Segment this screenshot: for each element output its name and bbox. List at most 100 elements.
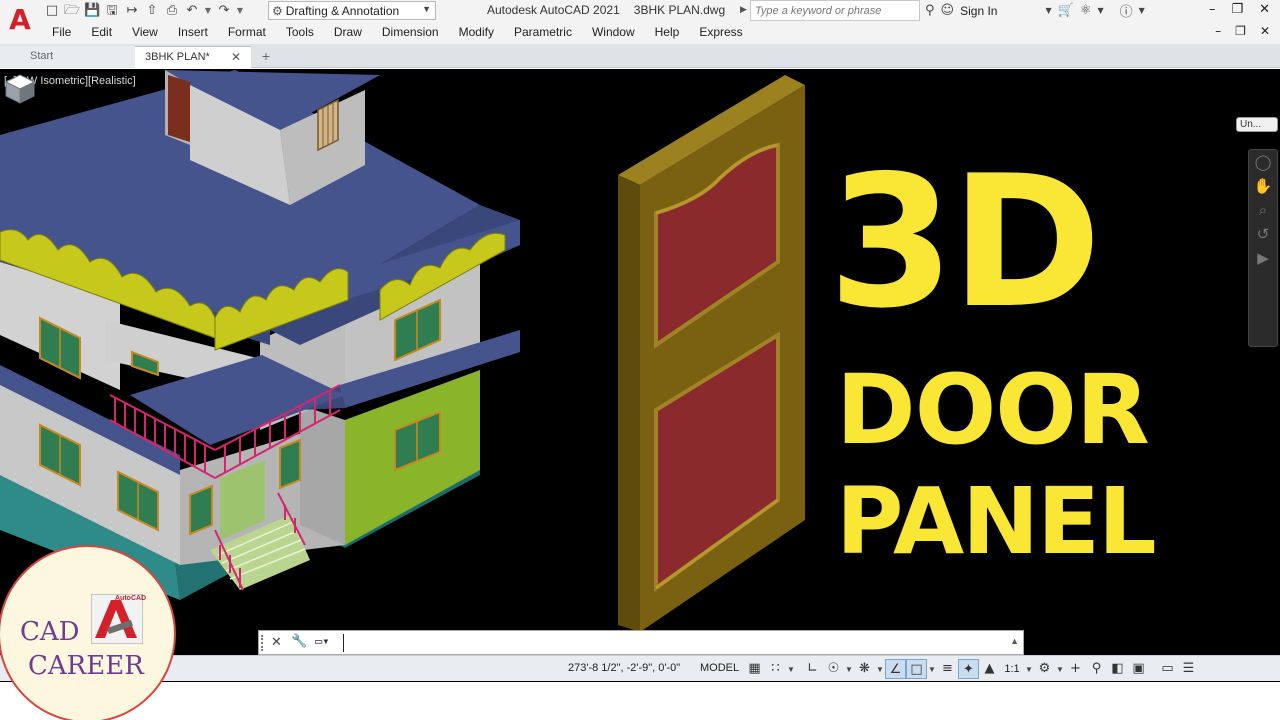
- object-snap-icon[interactable]: □: [906, 659, 927, 679]
- save-icon[interactable]: 💾: [84, 3, 100, 19]
- clean-screen-icon[interactable]: ▣: [1128, 659, 1149, 679]
- steering-wheel-icon[interactable]: ◯: [1249, 150, 1277, 174]
- close-icon[interactable]: ✕: [1259, 2, 1270, 17]
- showmotion-icon[interactable]: ▶: [1249, 246, 1277, 270]
- lineweight-icon[interactable]: ≡: [937, 659, 958, 679]
- menu-parametric[interactable]: Parametric: [514, 25, 582, 39]
- connect-dropdown-icon[interactable]: ▼: [1097, 6, 1103, 15]
- open-folder-icon[interactable]: 🗁: [64, 3, 80, 19]
- coordinates-readout[interactable]: 273'-8 1/2", -2'-9", 0'-0": [568, 662, 680, 674]
- new-tab-icon[interactable]: +: [258, 49, 274, 65]
- object-snap-tracking-icon[interactable]: ∠: [885, 659, 906, 679]
- open-from-web-icon[interactable]: ↦: [124, 3, 140, 19]
- cart-icon[interactable]: 🛒: [1058, 3, 1074, 18]
- status-bar: 273'-8 1/2", -2'-9", 0'-0" MODEL ▦ ∷ ▼ ∟…: [0, 655, 1280, 681]
- connect-icon[interactable]: ⚛: [1080, 3, 1092, 18]
- help-icon[interactable]: ⓘ: [1120, 1, 1133, 20]
- model-space-button[interactable]: MODEL: [700, 662, 739, 674]
- menu-window[interactable]: Window: [592, 25, 645, 39]
- share-icon[interactable]: ⇧: [144, 3, 160, 19]
- polar-icon[interactable]: ☉: [823, 659, 844, 679]
- title-bar: A □ 🗁 💾 🖫 ↦ ⇧ ⎙ ↶ ▼ ↷ ▼ ⚙ Drafting & Ann…: [0, 0, 1280, 44]
- save-as-icon[interactable]: 🖫: [104, 3, 120, 19]
- orbit-icon[interactable]: ↺: [1249, 222, 1277, 246]
- undo-dropdown-icon[interactable]: ▼: [204, 3, 212, 19]
- annotation-visibility-icon[interactable]: ✦: [958, 659, 979, 679]
- tab-start[interactable]: Start: [0, 46, 135, 68]
- annotation-scale-icon[interactable]: ▲: [979, 659, 1000, 679]
- door-model: [618, 75, 805, 632]
- restore-icon[interactable]: ❐: [1231, 2, 1243, 17]
- app-name: Autodesk AutoCAD 2021: [487, 3, 620, 17]
- logo-text-career: CAREER: [28, 651, 144, 681]
- command-line: ✕ 🔧 ▭▾ ▲: [258, 630, 1024, 655]
- annotation-scale-value[interactable]: 1:1: [1000, 663, 1024, 675]
- account-area: ⚲ ☺ Sign In ▼ 🛒 ⚛ ▼ ⓘ ▼: [925, 1, 1145, 20]
- search-input[interactable]: [750, 0, 920, 21]
- tab-label: 3BHK PLAN*: [145, 51, 210, 63]
- plot-icon[interactable]: ⎙: [164, 3, 180, 19]
- tab-close-icon[interactable]: ✕: [231, 50, 241, 64]
- isolate-objects-icon[interactable]: ⚲: [1086, 659, 1107, 679]
- menu-help[interactable]: Help: [655, 25, 690, 39]
- drawing-viewport[interactable]: [−][SW Isometric][Realistic] 3D DOOR PAN…: [0, 69, 1280, 682]
- menu-file[interactable]: File: [52, 25, 81, 39]
- command-grip-icon[interactable]: [261, 635, 267, 651]
- scale-dropdown-icon[interactable]: ▼: [1024, 665, 1034, 674]
- minimize-icon[interactable]: –: [1209, 2, 1216, 17]
- doc-minimize-icon[interactable]: –: [1215, 24, 1221, 38]
- cad-career-logo: AutoCAD CAD CAREER: [0, 545, 176, 720]
- snap-dropdown-icon[interactable]: ▼: [786, 665, 796, 674]
- user-icon[interactable]: ☺: [941, 3, 955, 18]
- hardware-acceleration-icon[interactable]: ◧: [1107, 659, 1128, 679]
- command-prompt-icon[interactable]: ▭▾: [315, 634, 329, 648]
- ucs-menu-button[interactable]: Un...: [1236, 117, 1278, 132]
- workspace-dropdown-icon[interactable]: ▼: [1055, 665, 1065, 674]
- wrench-icon[interactable]: 🔧: [291, 634, 307, 649]
- menu-modify[interactable]: Modify: [459, 25, 504, 39]
- new-file-icon[interactable]: □: [44, 3, 60, 19]
- help-dropdown-icon[interactable]: ▼: [1139, 6, 1145, 15]
- menu-format[interactable]: Format: [228, 25, 276, 39]
- menu-bar: File Edit View Insert Format Tools Draw …: [52, 25, 763, 39]
- tab-3bhk-plan[interactable]: 3BHK PLAN* ✕: [135, 46, 251, 68]
- house-model: [0, 70, 520, 600]
- command-input[interactable]: [343, 634, 1003, 652]
- autocad-logo-icon[interactable]: A: [6, 3, 34, 37]
- workspace-select[interactable]: ⚙ Drafting & Annotation ▼: [268, 1, 436, 20]
- menu-insert[interactable]: Insert: [178, 25, 218, 39]
- fullscreen-icon[interactable]: ▭: [1157, 659, 1178, 679]
- undo-icon[interactable]: ↶: [184, 3, 200, 19]
- redo-dropdown-icon[interactable]: ▼: [236, 3, 244, 19]
- search-icon[interactable]: ⚲: [925, 3, 935, 18]
- menu-draw[interactable]: Draw: [334, 25, 372, 39]
- command-history-icon[interactable]: ▲: [1010, 636, 1019, 646]
- snap-icon[interactable]: ∷: [765, 659, 786, 679]
- isodraft-dropdown-icon[interactable]: ▼: [875, 665, 885, 674]
- autocad-window: A □ 🗁 💾 🖫 ↦ ⇧ ⎙ ↶ ▼ ↷ ▼ ⚙ Drafting & Ann…: [0, 0, 1280, 720]
- viewcube-icon[interactable]: [0, 69, 40, 109]
- menu-view[interactable]: View: [132, 25, 168, 39]
- search-expand-icon[interactable]: ▶: [740, 4, 747, 15]
- menu-edit[interactable]: Edit: [91, 25, 122, 39]
- redo-icon[interactable]: ↷: [216, 3, 232, 19]
- osnap-dropdown-icon[interactable]: ▼: [927, 665, 937, 674]
- menu-express[interactable]: Express: [699, 25, 752, 39]
- doc-close-icon[interactable]: ✕: [1260, 24, 1270, 38]
- isodraft-icon[interactable]: ❋: [854, 659, 875, 679]
- crosshair-icon[interactable]: +: [1065, 659, 1086, 679]
- sign-in-link[interactable]: Sign In: [960, 4, 997, 18]
- grid-icon[interactable]: ▦: [744, 659, 765, 679]
- ortho-icon[interactable]: ∟: [802, 659, 823, 679]
- command-close-icon[interactable]: ✕: [271, 634, 282, 650]
- doc-restore-icon[interactable]: ❐: [1235, 24, 1246, 38]
- menu-tools[interactable]: Tools: [286, 25, 324, 39]
- customize-menu-icon[interactable]: ☰: [1178, 659, 1199, 679]
- pan-hand-icon[interactable]: ✋: [1249, 174, 1277, 198]
- workspace-gear-icon[interactable]: ⚙: [1034, 659, 1055, 679]
- menu-dimension[interactable]: Dimension: [382, 25, 449, 39]
- sign-in-dropdown-icon[interactable]: ▼: [1045, 6, 1051, 15]
- zoom-extents-icon[interactable]: ⌕: [1249, 198, 1277, 222]
- polar-dropdown-icon[interactable]: ▼: [844, 665, 854, 674]
- gear-icon: ⚙: [272, 3, 283, 18]
